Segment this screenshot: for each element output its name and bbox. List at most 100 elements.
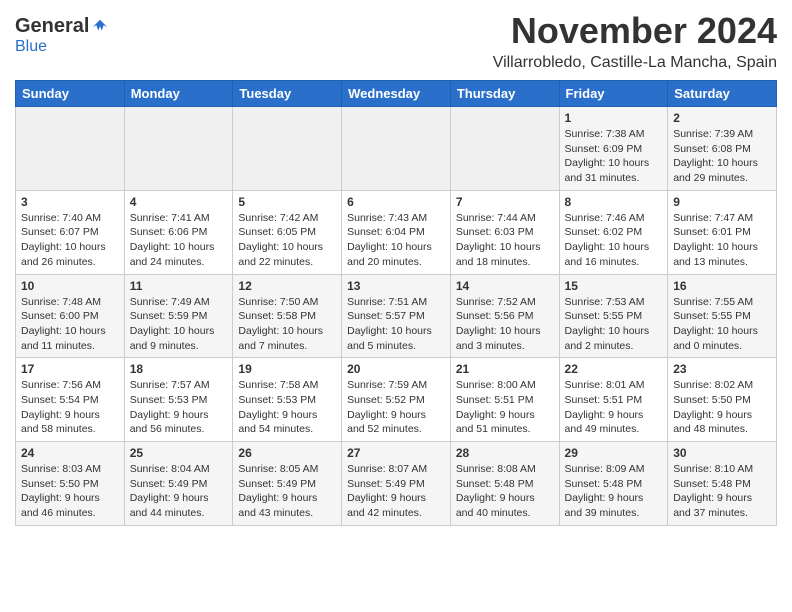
day-info: Sunrise: 7:44 AM Sunset: 6:03 PM Dayligh…: [456, 211, 554, 270]
calendar-cell: 27 Sunrise: 8:07 AM Sunset: 5:49 PM Dayli…: [342, 442, 451, 526]
day-info: Sunrise: 7:51 AM Sunset: 5:57 PM Dayligh…: [347, 295, 445, 354]
calendar-cell: 12 Sunrise: 7:50 AM Sunset: 5:58 PM Dayli…: [233, 274, 342, 358]
calendar-cell: 11 Sunrise: 7:49 AM Sunset: 5:59 PM Dayli…: [124, 274, 233, 358]
calendar-table: SundayMondayTuesdayWednesdayThursdayFrid…: [15, 80, 777, 526]
day-info: Sunrise: 8:02 AM Sunset: 5:50 PM Dayligh…: [673, 378, 771, 437]
calendar-cell: [342, 107, 451, 191]
weekday-header-thursday: Thursday: [450, 81, 559, 107]
day-info: Sunrise: 7:47 AM Sunset: 6:01 PM Dayligh…: [673, 211, 771, 270]
weekday-header-wednesday: Wednesday: [342, 81, 451, 107]
day-number: 5: [238, 195, 336, 209]
logo: General Blue: [15, 15, 109, 56]
logo-blue-text: Blue: [15, 38, 47, 55]
day-info: Sunrise: 7:52 AM Sunset: 5:56 PM Dayligh…: [456, 295, 554, 354]
day-number: 13: [347, 279, 445, 293]
calendar-cell: 30Sunrise: 8:10 AM Sunset: 5:48 PM Dayli…: [668, 442, 777, 526]
day-number: 18: [130, 362, 228, 376]
calendar-week-5: 24 Sunrise: 8:03 AM Sunset: 5:50 PM Dayli…: [16, 442, 777, 526]
day-info: Sunrise: 8:07 AM Sunset: 5:49 PM Dayligh…: [347, 462, 445, 521]
day-info: Sunrise: 7:38 AM Sunset: 6:09 PM Dayligh…: [565, 127, 663, 186]
calendar-cell: 22Sunrise: 8:01 AM Sunset: 5:51 PM Dayli…: [559, 358, 668, 442]
day-number: 15: [565, 279, 663, 293]
calendar-cell: 19 Sunrise: 7:58 AM Sunset: 5:53 PM Dayli…: [233, 358, 342, 442]
calendar-cell: [124, 107, 233, 191]
day-info: Sunrise: 7:57 AM Sunset: 5:53 PM Dayligh…: [130, 378, 228, 437]
day-info: Sunrise: 7:56 AM Sunset: 5:54 PM Dayligh…: [21, 378, 119, 437]
month-title: November 2024: [493, 10, 777, 52]
weekday-header-row: SundayMondayTuesdayWednesdayThursdayFrid…: [16, 81, 777, 107]
calendar-cell: 8 Sunrise: 7:46 AM Sunset: 6:02 PM Daylig…: [559, 190, 668, 274]
calendar-cell: 18 Sunrise: 7:57 AM Sunset: 5:53 PM Dayli…: [124, 358, 233, 442]
weekday-header-tuesday: Tuesday: [233, 81, 342, 107]
day-number: 30: [673, 446, 771, 460]
calendar-cell: 9 Sunrise: 7:47 AM Sunset: 6:01 PM Daylig…: [668, 190, 777, 274]
weekday-header-monday: Monday: [124, 81, 233, 107]
day-number: 27: [347, 446, 445, 460]
calendar-cell: 5 Sunrise: 7:42 AM Sunset: 6:05 PM Daylig…: [233, 190, 342, 274]
weekday-header-friday: Friday: [559, 81, 668, 107]
calendar-week-3: 10 Sunrise: 7:48 AM Sunset: 6:00 PM Dayli…: [16, 274, 777, 358]
day-number: 3: [21, 195, 119, 209]
day-info: Sunrise: 7:41 AM Sunset: 6:06 PM Dayligh…: [130, 211, 228, 270]
title-area: November 2024 Villarrobledo, Castille-La…: [493, 10, 777, 72]
day-number: 4: [130, 195, 228, 209]
day-info: Sunrise: 8:05 AM Sunset: 5:49 PM Dayligh…: [238, 462, 336, 521]
logo-general-text: General: [15, 15, 89, 38]
page-header: General Blue November 2024 Villarrobledo…: [15, 10, 777, 72]
day-info: Sunrise: 7:59 AM Sunset: 5:52 PM Dayligh…: [347, 378, 445, 437]
calendar-cell: 6 Sunrise: 7:43 AM Sunset: 6:04 PM Daylig…: [342, 190, 451, 274]
day-number: 6: [347, 195, 445, 209]
calendar-cell: 26 Sunrise: 8:05 AM Sunset: 5:49 PM Dayli…: [233, 442, 342, 526]
day-number: 16: [673, 279, 771, 293]
calendar-cell: 23 Sunrise: 8:02 AM Sunset: 5:50 PM Dayli…: [668, 358, 777, 442]
calendar-cell: 2Sunrise: 7:39 AM Sunset: 6:08 PM Daylig…: [668, 107, 777, 191]
location-title: Villarrobledo, Castille-La Mancha, Spain: [493, 54, 777, 72]
calendar-cell: 29Sunrise: 8:09 AM Sunset: 5:48 PM Dayli…: [559, 442, 668, 526]
day-info: Sunrise: 7:43 AM Sunset: 6:04 PM Dayligh…: [347, 211, 445, 270]
day-info: Sunrise: 8:08 AM Sunset: 5:48 PM Dayligh…: [456, 462, 554, 521]
calendar-cell: [16, 107, 125, 191]
calendar-cell: 15 Sunrise: 7:53 AM Sunset: 5:55 PM Dayli…: [559, 274, 668, 358]
day-info: Sunrise: 7:50 AM Sunset: 5:58 PM Dayligh…: [238, 295, 336, 354]
day-info: Sunrise: 7:55 AM Sunset: 5:55 PM Dayligh…: [673, 295, 771, 354]
day-info: Sunrise: 7:48 AM Sunset: 6:00 PM Dayligh…: [21, 295, 119, 354]
day-number: 2: [673, 111, 771, 125]
day-number: 8: [565, 195, 663, 209]
day-info: Sunrise: 7:53 AM Sunset: 5:55 PM Dayligh…: [565, 295, 663, 354]
day-info: Sunrise: 8:04 AM Sunset: 5:49 PM Dayligh…: [130, 462, 228, 521]
day-info: Sunrise: 7:46 AM Sunset: 6:02 PM Dayligh…: [565, 211, 663, 270]
calendar-week-1: 1Sunrise: 7:38 AM Sunset: 6:09 PM Daylig…: [16, 107, 777, 191]
day-number: 17: [21, 362, 119, 376]
day-number: 19: [238, 362, 336, 376]
calendar-cell: 20 Sunrise: 7:59 AM Sunset: 5:52 PM Dayli…: [342, 358, 451, 442]
calendar-cell: 16 Sunrise: 7:55 AM Sunset: 5:55 PM Dayli…: [668, 274, 777, 358]
calendar-cell: 28Sunrise: 8:08 AM Sunset: 5:48 PM Dayli…: [450, 442, 559, 526]
day-number: 11: [130, 279, 228, 293]
calendar-week-4: 17 Sunrise: 7:56 AM Sunset: 5:54 PM Dayli…: [16, 358, 777, 442]
day-number: 12: [238, 279, 336, 293]
day-info: Sunrise: 7:42 AM Sunset: 6:05 PM Dayligh…: [238, 211, 336, 270]
calendar-cell: [450, 107, 559, 191]
day-info: Sunrise: 7:58 AM Sunset: 5:53 PM Dayligh…: [238, 378, 336, 437]
calendar-cell: 24 Sunrise: 8:03 AM Sunset: 5:50 PM Dayli…: [16, 442, 125, 526]
day-info: Sunrise: 8:00 AM Sunset: 5:51 PM Dayligh…: [456, 378, 554, 437]
day-info: Sunrise: 7:49 AM Sunset: 5:59 PM Dayligh…: [130, 295, 228, 354]
calendar-cell: 1Sunrise: 7:38 AM Sunset: 6:09 PM Daylig…: [559, 107, 668, 191]
day-number: 24: [21, 446, 119, 460]
calendar-cell: 14Sunrise: 7:52 AM Sunset: 5:56 PM Dayli…: [450, 274, 559, 358]
day-number: 20: [347, 362, 445, 376]
day-number: 25: [130, 446, 228, 460]
day-number: 22: [565, 362, 663, 376]
day-info: Sunrise: 7:40 AM Sunset: 6:07 PM Dayligh…: [21, 211, 119, 270]
calendar-cell: 17 Sunrise: 7:56 AM Sunset: 5:54 PM Dayli…: [16, 358, 125, 442]
day-number: 23: [673, 362, 771, 376]
calendar-week-2: 3 Sunrise: 7:40 AM Sunset: 6:07 PM Daylig…: [16, 190, 777, 274]
day-info: Sunrise: 8:03 AM Sunset: 5:50 PM Dayligh…: [21, 462, 119, 521]
calendar-cell: 7Sunrise: 7:44 AM Sunset: 6:03 PM Daylig…: [450, 190, 559, 274]
day-number: 10: [21, 279, 119, 293]
day-number: 26: [238, 446, 336, 460]
day-number: 21: [456, 362, 554, 376]
calendar-cell: 21 Sunrise: 8:00 AM Sunset: 5:51 PM Dayli…: [450, 358, 559, 442]
day-number: 9: [673, 195, 771, 209]
calendar-cell: 25 Sunrise: 8:04 AM Sunset: 5:49 PM Dayli…: [124, 442, 233, 526]
